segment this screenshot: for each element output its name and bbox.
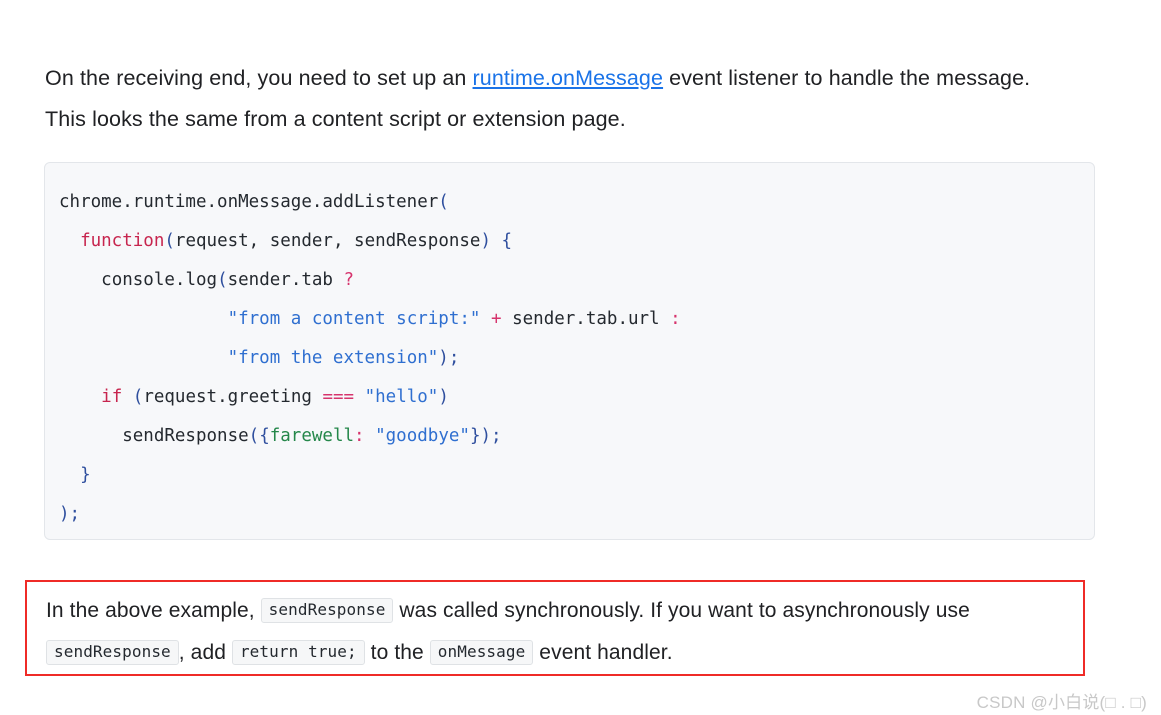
code-token-object-key: farewell [269,426,355,446]
code-token-colon: : [354,426,365,446]
code-token-ternary-colon: : [670,309,681,329]
code-line-5: "from the extension"); [59,339,1094,378]
code-token-paren: ( [438,192,449,212]
note-segment-2: was called synchronously. If you want to… [393,599,970,622]
code-token-paren-close: ) [480,231,492,251]
inline-code-sendresponse-1: sendResponse [260,598,394,623]
code-token-strict-equals: === [322,387,355,407]
code-token-paren-open: ( [122,387,144,407]
intro-paragraph: On the receiving end, you need to set up… [45,58,1065,140]
code-token-sendresponse: sendResponse [122,426,249,446]
code-token-paren-close: ) [438,387,449,407]
code-line-2: function(request, sender, sendResponse) … [59,222,1094,261]
code-token-string: "from the extension" [227,348,439,368]
runtime-onmessage-link[interactable]: runtime.onMessage [473,66,664,90]
code-token-paren-brace-open: ({ [248,426,270,446]
note-segment-1: In the above example, [46,599,261,622]
code-token-expression: sender.tab [227,270,344,290]
code-line-1: chrome.runtime.onMessage.addListener( [59,183,1094,222]
code-token-brace-open: { [491,231,513,251]
code-content: chrome.runtime.onMessage.addListener( fu… [59,183,1094,534]
note-segment-3: , add [178,641,232,664]
code-token-console-log: console.log [101,270,218,290]
code-token-close-paren-semicolon: ); [59,504,81,524]
note-segment-5: event handler. [533,641,673,664]
code-token-keyword-function: function [80,231,165,251]
note-text: In the above example, sendResponse was c… [46,590,1067,674]
code-token-brace-close: } [80,465,91,485]
code-line-6: if (request.greeting === "hello") [59,378,1094,417]
code-token-paren-open: ( [164,231,175,251]
code-line-3: console.log(sender.tab ? [59,261,1094,300]
code-token-expression: sender.tab.url [501,309,671,329]
code-line-7: sendResponse({farewell: "goodbye"}); [59,417,1094,456]
inline-code-onmessage: onMessage [429,640,534,665]
intro-text-before-link: On the receiving end, you need to set up… [45,65,473,90]
code-token-string: "goodbye" [364,426,470,446]
inline-code-return-true: return true; [231,640,365,665]
code-token-string: "hello" [354,387,439,407]
code-token-string: "from a content script:" [227,309,481,329]
inline-code-sendresponse-2: sendResponse [46,640,179,665]
code-line-4: "from a content script:" + sender.tab.ur… [59,300,1094,339]
code-token-expression: request.greeting [143,387,323,407]
code-token-close-paren-semicolon: ); [438,348,460,368]
code-line-9: ); [59,495,1094,534]
code-token-params: request, sender, sendResponse [174,231,481,251]
csdn-watermark: CSDN @小白说(□ . □) [976,693,1147,712]
note-callout-box: In the above example, sendResponse was c… [25,580,1085,676]
document-page: On the receiving end, you need to set up… [0,0,1161,715]
code-token-identifier: chrome.runtime.onMessage.addListener [59,192,439,212]
note-segment-4: to the [364,641,430,664]
code-line-8: } [59,456,1094,495]
code-token-ternary-question: ? [343,270,355,290]
code-token-keyword-if: if [101,387,123,407]
code-token-brace-paren-close: }); [469,426,502,446]
code-token-paren-open: ( [217,270,228,290]
code-block[interactable]: chrome.runtime.onMessage.addListener( fu… [44,162,1095,540]
code-token-plus-operator: + [491,309,502,329]
